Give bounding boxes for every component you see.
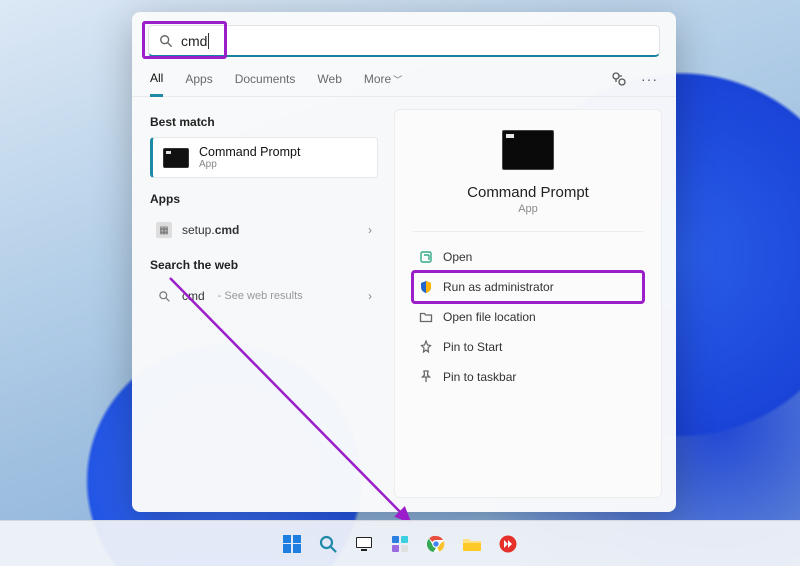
search-input[interactable]: cmd <box>148 25 660 57</box>
action-pin-to-taskbar[interactable]: Pin to taskbar <box>413 362 643 392</box>
best-match-heading: Best match <box>150 115 378 129</box>
apps-item-setup-cmd[interactable]: ▦ setup.cmd › <box>150 214 378 246</box>
apps-heading: Apps <box>150 192 378 206</box>
taskbar-explorer-button[interactable] <box>458 530 486 558</box>
command-prompt-large-icon <box>502 130 554 170</box>
account-icon[interactable] <box>611 71 627 87</box>
action-open[interactable]: Open <box>413 242 643 272</box>
chrome-icon <box>427 535 445 553</box>
task-view-icon <box>355 535 373 553</box>
best-match-item-command-prompt[interactable]: Command Prompt App <box>150 137 378 178</box>
best-match-title: Command Prompt <box>199 145 300 159</box>
command-prompt-icon <box>163 148 189 168</box>
taskbar-task-view-button[interactable] <box>350 530 378 558</box>
filter-tabs: All Apps Documents Web More﹀ ··· <box>132 65 676 97</box>
open-icon <box>419 250 433 264</box>
action-run-as-administrator[interactable]: Run as administrator <box>413 272 643 302</box>
cmd-file-icon: ▦ <box>156 222 172 238</box>
chevron-right-icon: › <box>368 223 372 237</box>
tab-all[interactable]: All <box>150 71 163 97</box>
details-subtitle: App <box>518 203 538 215</box>
details-title: Command Prompt <box>467 184 589 201</box>
text-caret <box>208 33 209 49</box>
start-search-panel: cmd All Apps Documents Web More﹀ ··· Bes… <box>132 12 676 512</box>
action-open-file-location[interactable]: Open file location <box>413 302 643 332</box>
tab-web[interactable]: Web <box>317 72 341 95</box>
search-web-heading: Search the web <box>150 258 378 272</box>
details-actions: Open Run as administrator Open file loca… <box>413 242 643 392</box>
action-pin-to-start[interactable]: Pin to Start <box>413 332 643 362</box>
search-icon <box>159 34 173 48</box>
web-item-query: cmd <box>182 289 205 303</box>
overflow-icon[interactable]: ··· <box>641 71 658 87</box>
web-item-cmd[interactable]: cmd - See web results › <box>150 280 378 312</box>
tab-documents[interactable]: Documents <box>235 72 296 95</box>
taskbar-start-button[interactable] <box>278 530 306 558</box>
best-match-subtitle: App <box>199 159 300 170</box>
chevron-down-icon: ﹀ <box>393 75 402 85</box>
windows-logo-icon <box>283 535 301 553</box>
apps-item-title: setup.cmd <box>182 223 239 237</box>
taskbar-widgets-button[interactable] <box>386 530 414 558</box>
tab-apps[interactable]: Apps <box>185 72 212 95</box>
search-icon <box>318 534 338 554</box>
web-item-hint: - See web results <box>218 290 303 302</box>
taskbar <box>0 520 800 566</box>
search-value: cmd <box>181 33 207 49</box>
taskbar-search-button[interactable] <box>314 530 342 558</box>
search-row: cmd <box>132 12 676 65</box>
anydesk-icon <box>499 535 517 553</box>
taskbar-anydesk-button[interactable] <box>494 530 522 558</box>
details-pane: Command Prompt App Open Run as administr… <box>394 109 662 498</box>
search-icon <box>156 288 172 304</box>
chevron-right-icon: › <box>368 289 372 303</box>
pin-icon <box>419 370 433 384</box>
shield-icon <box>419 280 433 294</box>
tab-more[interactable]: More﹀ <box>364 72 402 95</box>
divider <box>413 231 643 232</box>
results-left-column: Best match Command Prompt App Apps ▦ set… <box>132 97 388 512</box>
folder-icon <box>419 310 433 324</box>
taskbar-chrome-button[interactable] <box>422 530 450 558</box>
folder-icon <box>462 535 482 553</box>
widgets-icon <box>391 535 409 553</box>
pin-icon <box>419 340 433 354</box>
